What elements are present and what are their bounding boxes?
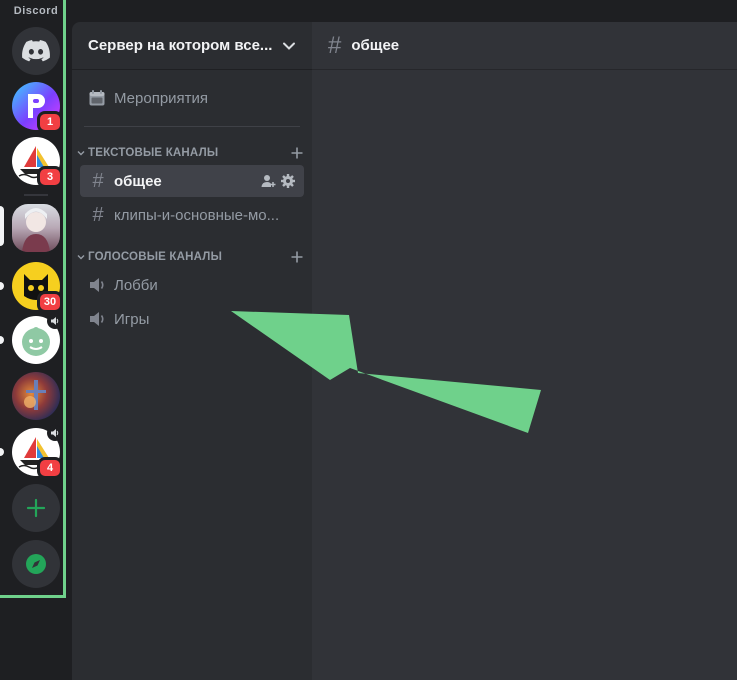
channel-name: клипы-и-основные-мо...: [114, 206, 280, 224]
voice-active-indicator: [47, 313, 63, 329]
category-label: ТЕКСТОВЫЕ КАНАЛЫ: [88, 147, 219, 159]
guild-separator: [24, 194, 48, 196]
mention-badge: 3: [37, 166, 63, 188]
sidebar-divider: [84, 126, 300, 127]
guild-icon-portrait-selected[interactable]: [12, 204, 60, 252]
guild-icon-p[interactable]: 1: [12, 82, 63, 133]
speaker-icon: [51, 429, 59, 437]
channel-item-clips[interactable]: # клипы-и-основные-мо...: [80, 199, 304, 231]
mention-badge: 1: [37, 111, 63, 133]
hashtag-icon: #: [328, 31, 342, 59]
invite-user-icon[interactable]: [260, 173, 276, 189]
voice-channel-lobby[interactable]: Лобби: [80, 269, 304, 301]
channel-title: общее: [351, 37, 400, 54]
category-label: ГОЛОСОВЫЕ КАНАЛЫ: [88, 251, 223, 263]
chevron-down-icon: [283, 42, 295, 50]
mention-badge: 30: [37, 291, 63, 313]
events-item[interactable]: Мероприятия: [80, 78, 304, 118]
title-bar-strip: [72, 0, 737, 22]
app-brand-label: Discord: [13, 5, 59, 17]
hashtag-icon: #: [92, 170, 104, 192]
speaker-icon: [51, 317, 59, 325]
unread-indicator: [0, 448, 4, 456]
server-header[interactable]: Сервер на котором все...: [72, 22, 312, 70]
calendar-icon: [89, 90, 105, 106]
guild-icon-green-bot[interactable]: [12, 313, 63, 364]
category-voice-channels[interactable]: ГОЛОСОВЫЕ КАНАЛЫ: [72, 247, 312, 267]
chevron-down-icon: [77, 151, 85, 156]
mention-badge: 4: [37, 457, 63, 479]
channel-sidebar: Сервер на котором все... Мероприятия ТЕК…: [72, 22, 312, 680]
channel-topbar: # общее: [312, 22, 737, 70]
compass-icon: [26, 554, 46, 574]
portrait-avatar-icon: [22, 208, 50, 252]
guild-icon-sailboat-2[interactable]: 4: [12, 425, 63, 479]
guild-icon-yellow[interactable]: 30: [12, 262, 63, 313]
voice-active-indicator: [47, 425, 63, 441]
gear-icon[interactable]: [280, 173, 296, 189]
channel-name: общее: [114, 172, 162, 190]
selected-indicator: [0, 206, 4, 246]
channel-name: Лобби: [114, 276, 158, 294]
create-channel-plus-icon[interactable]: [290, 250, 304, 264]
add-server-button[interactable]: [12, 484, 60, 532]
fantasy-art-icon: [24, 380, 46, 410]
guild-icon-sailboat[interactable]: 3: [12, 137, 63, 188]
category-text-channels[interactable]: ТЕКСТОВЫЕ КАНАЛЫ: [72, 143, 312, 163]
hashtag-icon: #: [92, 204, 104, 226]
robot-icon: [22, 327, 50, 356]
channel-item-general[interactable]: # общее: [80, 165, 304, 197]
server-name: Сервер на котором все...: [88, 37, 273, 54]
chevron-down-icon: [77, 255, 85, 260]
voice-channel-games[interactable]: Игры: [80, 303, 304, 335]
plus-icon: [26, 498, 46, 518]
explore-servers-button[interactable]: [12, 540, 60, 588]
home-button[interactable]: [12, 27, 60, 75]
events-label: Мероприятия: [114, 89, 209, 107]
discord-logo-icon: [22, 40, 50, 62]
speaker-icon: [90, 278, 104, 292]
unread-indicator: [0, 336, 4, 344]
unread-indicator: [0, 282, 4, 290]
channel-name: Игры: [114, 310, 150, 328]
chat-area: # общее: [312, 22, 737, 680]
guild-icon-art[interactable]: [12, 372, 60, 420]
server-list: Discord 1 3 30 4: [0, 0, 72, 680]
speaker-icon: [90, 312, 104, 326]
create-channel-plus-icon[interactable]: [290, 146, 304, 160]
